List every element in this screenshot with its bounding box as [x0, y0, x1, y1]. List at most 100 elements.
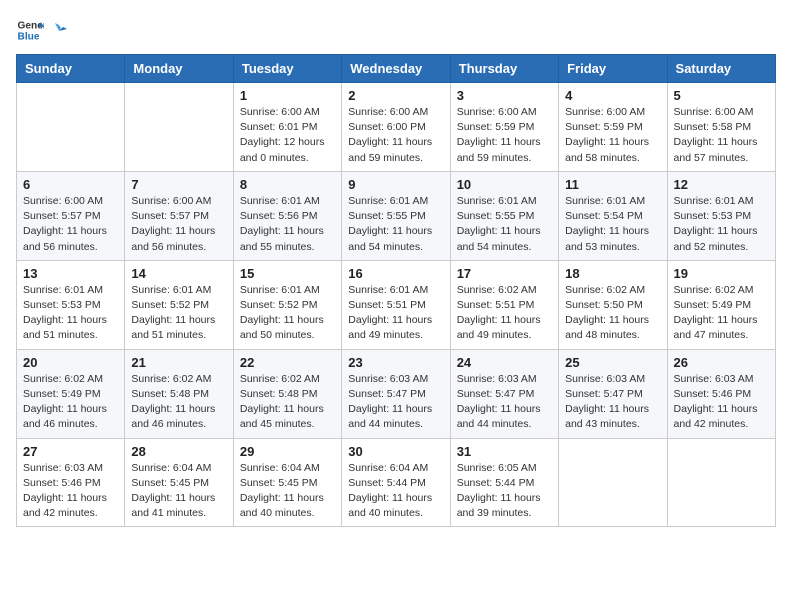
day-info: Sunrise: 6:03 AM Sunset: 5:47 PM Dayligh… — [565, 372, 660, 433]
day-info: Sunrise: 6:00 AM Sunset: 6:01 PM Dayligh… — [240, 105, 335, 166]
day-number: 25 — [565, 355, 660, 370]
calendar-cell: 1 Sunrise: 6:00 AM Sunset: 6:01 PM Daylig… — [233, 83, 341, 172]
day-info: Sunrise: 6:04 AM Sunset: 5:45 PM Dayligh… — [240, 461, 335, 522]
calendar-cell: 2 Sunrise: 6:00 AM Sunset: 6:00 PM Daylig… — [342, 83, 450, 172]
day-info: Sunrise: 6:01 AM Sunset: 5:56 PM Dayligh… — [240, 194, 335, 255]
day-info: Sunrise: 6:01 AM Sunset: 5:54 PM Dayligh… — [565, 194, 660, 255]
calendar-cell: 11 Sunrise: 6:01 AM Sunset: 5:54 PM Dayli… — [559, 171, 667, 260]
day-number: 24 — [457, 355, 552, 370]
calendar-cell: 12 Sunrise: 6:01 AM Sunset: 5:53 PM Dayli… — [667, 171, 775, 260]
day-number: 2 — [348, 88, 443, 103]
day-number: 8 — [240, 177, 335, 192]
calendar-cell: 27 Sunrise: 6:03 AM Sunset: 5:46 PM Dayli… — [17, 438, 125, 527]
day-number: 21 — [131, 355, 226, 370]
calendar-cell: 31 Sunrise: 6:05 AM Sunset: 5:44 PM Dayli… — [450, 438, 558, 527]
calendar-cell: 29 Sunrise: 6:04 AM Sunset: 5:45 PM Dayli… — [233, 438, 341, 527]
week-row-1: 1 Sunrise: 6:00 AM Sunset: 6:01 PM Daylig… — [17, 83, 776, 172]
calendar-cell: 17Sunrise: 6:02 AM Sunset: 5:51 PM Dayli… — [450, 260, 558, 349]
calendar-table: SundayMondayTuesdayWednesdayThursdayFrid… — [16, 54, 776, 527]
day-info: Sunrise: 6:02 AM Sunset: 5:50 PM Dayligh… — [565, 283, 660, 344]
day-number: 20 — [23, 355, 118, 370]
day-number: 11 — [565, 177, 660, 192]
day-info: Sunrise: 6:01 AM Sunset: 5:55 PM Dayligh… — [348, 194, 443, 255]
logo-bird-icon — [49, 21, 67, 39]
day-info: Sunrise: 6:05 AM Sunset: 5:44 PM Dayligh… — [457, 461, 552, 522]
calendar-cell: 24Sunrise: 6:03 AM Sunset: 5:47 PM Dayli… — [450, 349, 558, 438]
calendar-cell: 19 Sunrise: 6:02 AM Sunset: 5:49 PM Dayli… — [667, 260, 775, 349]
calendar-cell — [17, 83, 125, 172]
calendar-cell: 6 Sunrise: 6:00 AM Sunset: 5:57 PM Daylig… — [17, 171, 125, 260]
day-info: Sunrise: 6:00 AM Sunset: 5:57 PM Dayligh… — [23, 194, 118, 255]
day-info: Sunrise: 6:02 AM Sunset: 5:49 PM Dayligh… — [674, 283, 769, 344]
day-number: 30 — [348, 444, 443, 459]
week-row-4: 20 Sunrise: 6:02 AM Sunset: 5:49 PM Dayli… — [17, 349, 776, 438]
header: General Blue — [16, 16, 776, 44]
day-info: Sunrise: 6:04 AM Sunset: 5:44 PM Dayligh… — [348, 461, 443, 522]
day-info: Sunrise: 6:03 AM Sunset: 5:47 PM Dayligh… — [348, 372, 443, 433]
day-info: Sunrise: 6:02 AM Sunset: 5:48 PM Dayligh… — [131, 372, 226, 433]
calendar-cell: 13 Sunrise: 6:01 AM Sunset: 5:53 PM Dayli… — [17, 260, 125, 349]
day-number: 3 — [457, 88, 552, 103]
calendar-cell: 7Sunrise: 6:00 AM Sunset: 5:57 PM Daylig… — [125, 171, 233, 260]
calendar-cell — [125, 83, 233, 172]
day-number: 27 — [23, 444, 118, 459]
calendar-cell: 14Sunrise: 6:01 AM Sunset: 5:52 PM Dayli… — [125, 260, 233, 349]
day-number: 16 — [348, 266, 443, 281]
week-row-3: 13 Sunrise: 6:01 AM Sunset: 5:53 PM Dayli… — [17, 260, 776, 349]
day-info: Sunrise: 6:00 AM Sunset: 6:00 PM Dayligh… — [348, 105, 443, 166]
day-number: 5 — [674, 88, 769, 103]
day-number: 6 — [23, 177, 118, 192]
day-number: 26 — [674, 355, 769, 370]
weekday-header-thursday: Thursday — [450, 55, 558, 83]
calendar-cell: 4 Sunrise: 6:00 AM Sunset: 5:59 PM Daylig… — [559, 83, 667, 172]
calendar-cell: 28 Sunrise: 6:04 AM Sunset: 5:45 PM Dayli… — [125, 438, 233, 527]
day-number: 4 — [565, 88, 660, 103]
weekday-header-tuesday: Tuesday — [233, 55, 341, 83]
calendar-cell: 10Sunrise: 6:01 AM Sunset: 5:55 PM Dayli… — [450, 171, 558, 260]
calendar-cell: 15 Sunrise: 6:01 AM Sunset: 5:52 PM Dayli… — [233, 260, 341, 349]
day-number: 13 — [23, 266, 118, 281]
day-number: 15 — [240, 266, 335, 281]
day-info: Sunrise: 6:01 AM Sunset: 5:52 PM Dayligh… — [240, 283, 335, 344]
calendar-cell: 16 Sunrise: 6:01 AM Sunset: 5:51 PM Dayli… — [342, 260, 450, 349]
day-number: 22 — [240, 355, 335, 370]
day-info: Sunrise: 6:00 AM Sunset: 5:59 PM Dayligh… — [457, 105, 552, 166]
day-number: 29 — [240, 444, 335, 459]
day-info: Sunrise: 6:03 AM Sunset: 5:46 PM Dayligh… — [23, 461, 118, 522]
day-info: Sunrise: 6:02 AM Sunset: 5:51 PM Dayligh… — [457, 283, 552, 344]
day-number: 31 — [457, 444, 552, 459]
weekday-header-wednesday: Wednesday — [342, 55, 450, 83]
calendar-cell: 21 Sunrise: 6:02 AM Sunset: 5:48 PM Dayli… — [125, 349, 233, 438]
day-info: Sunrise: 6:01 AM Sunset: 5:53 PM Dayligh… — [23, 283, 118, 344]
day-info: Sunrise: 6:02 AM Sunset: 5:49 PM Dayligh… — [23, 372, 118, 433]
weekday-header-monday: Monday — [125, 55, 233, 83]
svg-text:Blue: Blue — [18, 31, 40, 42]
calendar-cell: 22 Sunrise: 6:02 AM Sunset: 5:48 PM Dayli… — [233, 349, 341, 438]
weekday-header-sunday: Sunday — [17, 55, 125, 83]
calendar-cell — [559, 438, 667, 527]
day-info: Sunrise: 6:00 AM Sunset: 5:59 PM Dayligh… — [565, 105, 660, 166]
day-number: 19 — [674, 266, 769, 281]
calendar-cell: 5Sunrise: 6:00 AM Sunset: 5:58 PM Daylig… — [667, 83, 775, 172]
calendar-cell: 18 Sunrise: 6:02 AM Sunset: 5:50 PM Dayli… — [559, 260, 667, 349]
calendar-cell: 8 Sunrise: 6:01 AM Sunset: 5:56 PM Daylig… — [233, 171, 341, 260]
day-number: 1 — [240, 88, 335, 103]
logo-icon: General Blue — [16, 16, 44, 44]
weekday-header-row: SundayMondayTuesdayWednesdayThursdayFrid… — [17, 55, 776, 83]
day-number: 18 — [565, 266, 660, 281]
logo: General Blue — [16, 16, 68, 44]
calendar-cell: 20 Sunrise: 6:02 AM Sunset: 5:49 PM Dayli… — [17, 349, 125, 438]
calendar-cell: 30 Sunrise: 6:04 AM Sunset: 5:44 PM Dayli… — [342, 438, 450, 527]
day-info: Sunrise: 6:01 AM Sunset: 5:51 PM Dayligh… — [348, 283, 443, 344]
calendar-cell — [667, 438, 775, 527]
day-info: Sunrise: 6:04 AM Sunset: 5:45 PM Dayligh… — [131, 461, 226, 522]
calendar-cell: 3 Sunrise: 6:00 AM Sunset: 5:59 PM Daylig… — [450, 83, 558, 172]
day-number: 14 — [131, 266, 226, 281]
day-info: Sunrise: 6:03 AM Sunset: 5:46 PM Dayligh… — [674, 372, 769, 433]
day-info: Sunrise: 6:01 AM Sunset: 5:55 PM Dayligh… — [457, 194, 552, 255]
day-info: Sunrise: 6:01 AM Sunset: 5:53 PM Dayligh… — [674, 194, 769, 255]
day-number: 28 — [131, 444, 226, 459]
day-number: 12 — [674, 177, 769, 192]
day-info: Sunrise: 6:02 AM Sunset: 5:48 PM Dayligh… — [240, 372, 335, 433]
day-info: Sunrise: 6:00 AM Sunset: 5:57 PM Dayligh… — [131, 194, 226, 255]
